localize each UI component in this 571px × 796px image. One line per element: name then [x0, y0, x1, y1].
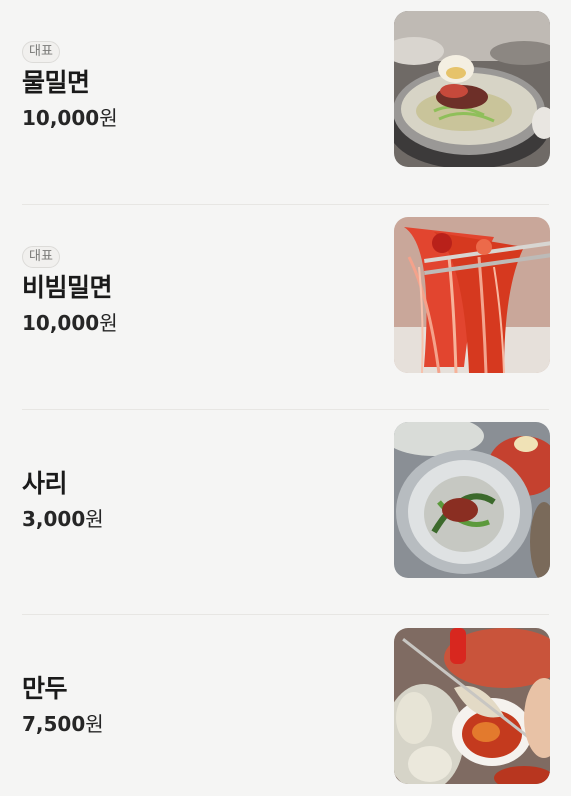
- menu-item-price: 10,000원: [22, 105, 118, 131]
- price-value: 10,000: [22, 311, 100, 335]
- sari-photo[interactable]: [394, 422, 550, 578]
- menu-item-bibim-milmyeon[interactable]: 대표 비빔밀면 10,000원: [0, 205, 571, 410]
- price-unit: 원: [99, 106, 118, 130]
- menu-item-info: 대표 물밀면 10,000원: [22, 40, 118, 131]
- mul-milmyeon-photo[interactable]: [394, 11, 550, 167]
- signature-badge: 대표: [22, 41, 60, 63]
- price-unit: 원: [85, 712, 104, 736]
- menu-item-info: 사리 3,000원: [22, 464, 104, 532]
- menu-item-info: 대표 비빔밀면 10,000원: [22, 245, 118, 336]
- menu-item-name: 만두: [22, 674, 68, 703]
- price-unit: 원: [99, 311, 118, 335]
- menu-item-mandu[interactable]: 만두 7,500원: [0, 615, 571, 796]
- menu-item-name: 물밀면: [22, 68, 90, 97]
- menu-item-info: 만두 7,500원: [22, 669, 104, 737]
- signature-badge: 대표: [22, 246, 60, 268]
- menu-item-name: 사리: [22, 469, 68, 498]
- bibim-milmyeon-photo[interactable]: [394, 217, 550, 373]
- price-value: 7,500: [22, 712, 86, 736]
- menu-item-price: 7,500원: [22, 711, 104, 737]
- menu-item-name: 비빔밀면: [22, 273, 113, 302]
- menu-item-price: 3,000원: [22, 506, 104, 532]
- menu-item-mul-milmyeon[interactable]: 대표 물밀면 10,000원: [0, 0, 571, 205]
- menu-item-sari[interactable]: 사리 3,000원: [0, 410, 571, 615]
- menu-item-price: 10,000원: [22, 310, 118, 336]
- menu-list: 대표 물밀면 10,000원 대표 비빔밀면 10,000원 사리 3,000원…: [0, 0, 571, 796]
- price-value: 10,000: [22, 106, 100, 130]
- price-value: 3,000: [22, 507, 86, 531]
- mandu-photo[interactable]: [394, 628, 550, 784]
- price-unit: 원: [85, 507, 104, 531]
